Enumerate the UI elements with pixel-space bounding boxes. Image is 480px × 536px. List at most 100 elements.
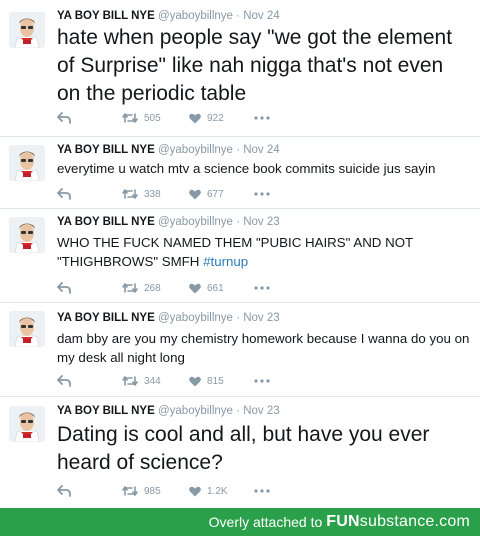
tweet-text: everytime u watch mtv a science book com…	[57, 159, 470, 178]
hashtag-link[interactable]: #turnup	[203, 254, 248, 269]
tweet-text: WHO THE FUCK NAMED THEM "PUBIC HAIRS" AN…	[57, 233, 470, 271]
heart-icon	[189, 486, 201, 497]
handle[interactable]: @yaboybillnye	[158, 312, 233, 324]
like-button[interactable]: 1.2K	[189, 484, 228, 498]
retweet-count: 268	[144, 282, 161, 294]
like-button[interactable]: 661	[189, 281, 224, 295]
more-button[interactable]	[254, 484, 270, 498]
tweet-header: YA BOY BILL NYE @yaboybillnye · Nov 23	[57, 216, 280, 232]
brand-domain: .com	[434, 513, 470, 530]
more-icon	[254, 116, 270, 120]
reply-icon	[57, 112, 71, 124]
avatar[interactable]	[9, 311, 45, 347]
more-icon	[254, 192, 270, 196]
reply-button[interactable]	[57, 484, 71, 498]
retweet-icon	[122, 375, 138, 387]
handle[interactable]: @yaboybillnye	[158, 405, 233, 417]
tweet-body: Dating is cool and all, but have you eve…	[57, 423, 430, 474]
retweet-icon	[122, 282, 138, 294]
watermark-footer: Overly attached to FUNsubstance.com	[0, 508, 480, 536]
retweet-count: 338	[144, 188, 161, 200]
retweet-button[interactable]: 268	[122, 281, 161, 295]
heart-icon	[189, 376, 201, 387]
tweet: YA BOY BILL NYE @yaboybillnye · Nov 24 e…	[0, 137, 480, 209]
tweet-text: dam bby are you my chemistry homework be…	[57, 329, 470, 367]
separator: ·	[236, 312, 240, 324]
reply-button[interactable]	[57, 374, 71, 388]
like-count: 922	[207, 112, 224, 124]
retweet-button[interactable]: 985	[122, 484, 161, 498]
separator: ·	[236, 405, 240, 417]
display-name[interactable]: YA BOY BILL NYE	[57, 216, 155, 228]
tweet-body: everytime u watch mtv a science book com…	[57, 161, 436, 176]
separator: ·	[236, 144, 240, 156]
like-count: 815	[207, 375, 224, 387]
tweet: YA BOY BILL NYE @yaboybillnye · Nov 23 d…	[0, 303, 480, 397]
like-count: 677	[207, 188, 224, 200]
more-button[interactable]	[254, 187, 270, 201]
tweet: YA BOY BILL NYE @yaboybillnye · Nov 23 D…	[0, 397, 480, 508]
separator: ·	[236, 10, 240, 22]
retweet-icon	[122, 485, 138, 497]
reply-icon	[57, 188, 71, 200]
timestamp[interactable]: Nov 23	[243, 216, 279, 228]
retweet-count: 985	[144, 485, 161, 497]
tweet-header: YA BOY BILL NYE @yaboybillnye · Nov 23	[57, 405, 280, 421]
like-button[interactable]: 922	[189, 111, 224, 125]
reply-icon	[57, 282, 71, 294]
display-name[interactable]: YA BOY BILL NYE	[57, 405, 155, 417]
timestamp[interactable]: Nov 24	[243, 10, 279, 22]
more-icon	[254, 379, 270, 383]
tweet: YA BOY BILL NYE @yaboybillnye · Nov 23 W…	[0, 209, 480, 303]
like-button[interactable]: 815	[189, 374, 224, 388]
handle[interactable]: @yaboybillnye	[158, 10, 233, 22]
handle[interactable]: @yaboybillnye	[158, 144, 233, 156]
avatar[interactable]	[9, 12, 45, 48]
more-button[interactable]	[254, 281, 270, 295]
retweet-count: 344	[144, 375, 161, 387]
timestamp[interactable]: Nov 23	[243, 405, 279, 417]
tweet-body: hate when people say "we got the element…	[57, 26, 453, 105]
reply-button[interactable]	[57, 281, 71, 295]
more-button[interactable]	[254, 374, 270, 388]
reply-icon	[57, 375, 71, 387]
brand-fun: FUN	[326, 513, 360, 530]
tweet: YA BOY BILL NYE @yaboybillnye · Nov 24 h…	[0, 0, 480, 137]
retweet-icon	[122, 188, 138, 200]
heart-icon	[189, 189, 201, 200]
avatar[interactable]	[9, 406, 45, 442]
site-logo[interactable]: FUNsubstance.com	[326, 513, 470, 531]
timestamp[interactable]: Nov 23	[243, 312, 279, 324]
tweet-body: dam bby are you my chemistry homework be…	[57, 331, 470, 365]
handle[interactable]: @yaboybillnye	[158, 216, 233, 228]
retweet-button[interactable]: 505	[122, 111, 161, 125]
display-name[interactable]: YA BOY BILL NYE	[57, 144, 155, 156]
like-count: 1.2K	[207, 485, 228, 497]
heart-icon	[189, 113, 201, 124]
avatar[interactable]	[9, 217, 45, 253]
like-count: 661	[207, 282, 224, 294]
retweet-button[interactable]: 338	[122, 187, 161, 201]
display-name[interactable]: YA BOY BILL NYE	[57, 10, 155, 22]
timestamp[interactable]: Nov 24	[243, 144, 279, 156]
tweet-text: hate when people say "we got the element…	[57, 24, 470, 108]
heart-icon	[189, 283, 201, 294]
more-icon	[254, 489, 270, 493]
avatar[interactable]	[9, 145, 45, 181]
reply-icon	[57, 485, 71, 497]
more-icon	[254, 286, 270, 290]
display-name[interactable]: YA BOY BILL NYE	[57, 312, 155, 324]
brand-substance: substance	[359, 513, 435, 530]
tweet-header: YA BOY BILL NYE @yaboybillnye · Nov 24	[57, 144, 280, 160]
separator: ·	[236, 216, 240, 228]
more-button[interactable]	[254, 111, 270, 125]
retweet-icon	[122, 112, 138, 124]
retweet-count: 505	[144, 112, 161, 124]
tweet-header: YA BOY BILL NYE @yaboybillnye · Nov 23	[57, 312, 280, 328]
reply-button[interactable]	[57, 187, 71, 201]
footer-caption: Overly attached to	[208, 514, 323, 530]
like-button[interactable]: 677	[189, 187, 224, 201]
tweet-text: Dating is cool and all, but have you eve…	[57, 421, 470, 477]
reply-button[interactable]	[57, 111, 71, 125]
retweet-button[interactable]: 344	[122, 374, 161, 388]
